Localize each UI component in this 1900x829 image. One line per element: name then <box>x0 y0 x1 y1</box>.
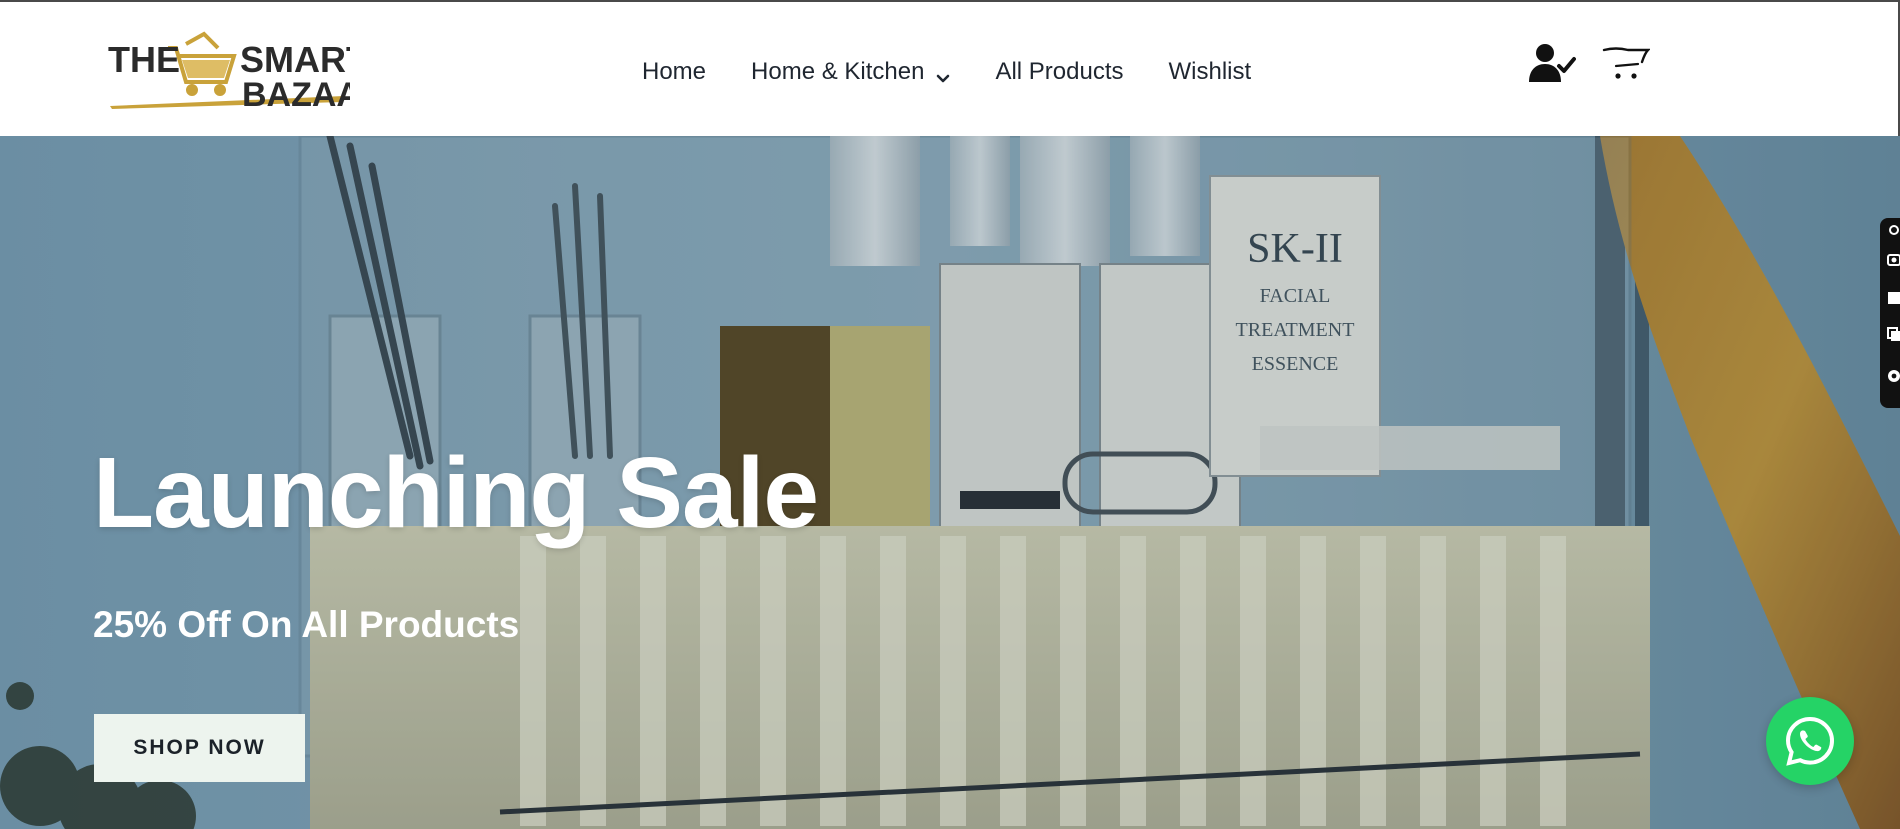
nav-item-label: All Products <box>995 58 1124 85</box>
nav-item-label: Wishlist <box>1168 58 1252 85</box>
camera-icon[interactable] <box>1886 252 1900 268</box>
cart-icon[interactable] <box>1602 42 1651 89</box>
chevron-down-icon <box>936 65 950 83</box>
main-nav: Home Home & Kitchen All Products Wishlis… <box>642 54 1251 90</box>
gear-icon[interactable] <box>1886 368 1900 384</box>
whatsapp-icon <box>1785 716 1835 766</box>
nav-item-label: Home <box>642 58 707 85</box>
copy-icon[interactable] <box>1886 326 1900 342</box>
nav-item-home[interactable]: Home <box>642 58 706 86</box>
nav-item-home-kitchen[interactable]: Home & Kitchen <box>751 58 950 86</box>
nav-item-all-products[interactable]: All Products <box>995 58 1123 86</box>
site-logo[interactable]: THE SMART BAZAAR <box>106 30 350 112</box>
logo-text-bazaar: BAZAAR <box>242 76 350 112</box>
logo-graphic: THE SMART BAZAAR <box>108 31 350 112</box>
logo-text-smart: SMART <box>240 39 350 80</box>
nav-item-label: Home & Kitchen <box>751 58 925 85</box>
header-icons <box>1528 42 1651 89</box>
hero-title: Launching Sale <box>93 437 819 549</box>
logo-text-the: THE <box>108 39 180 80</box>
site-header: THE SMART BAZAAR Home Home & Kitchen All… <box>0 0 1900 136</box>
nav-item-wishlist[interactable]: Wishlist <box>1169 58 1252 86</box>
hero-subtitle: 25% Off On All Products <box>93 604 520 645</box>
square-icon[interactable] <box>1886 290 1900 306</box>
side-toolbar <box>1880 218 1900 408</box>
whatsapp-button[interactable] <box>1766 697 1854 785</box>
link-icon[interactable] <box>1886 224 1900 240</box>
account-icon[interactable] <box>1528 42 1576 89</box>
shop-now-button[interactable]: SHOP NOW <box>94 714 305 782</box>
hero-banner: SK-II FACIAL TREATMENT ESSENCE Launching… <box>0 136 1900 829</box>
